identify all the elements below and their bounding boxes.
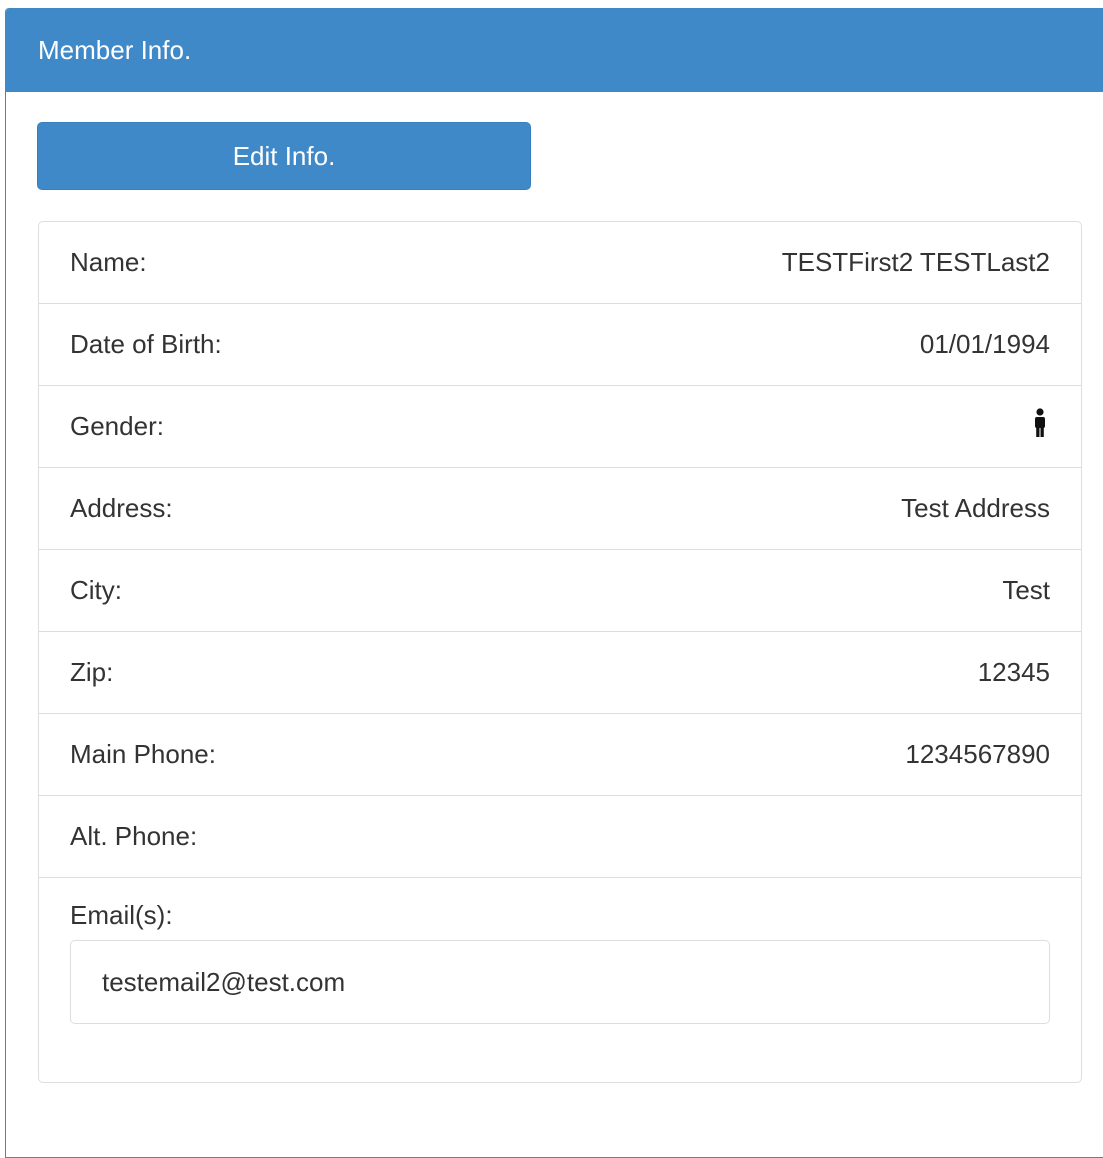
main-phone-value: 1234567890 <box>905 739 1050 769</box>
main-phone-label: Main Phone: <box>70 739 216 769</box>
list-item-gender: Gender: <box>39 386 1081 468</box>
list-item-main-phone: Main Phone: 1234567890 <box>39 714 1081 796</box>
zip-label: Zip: <box>70 657 114 687</box>
member-info-panel: Member Info. Edit Info. Name: TESTFirst2… <box>5 8 1103 1158</box>
list-item-zip: Zip: 12345 <box>39 632 1081 714</box>
address-label: Address: <box>70 493 173 523</box>
city-value: Test <box>1002 575 1050 605</box>
dob-label: Date of Birth: <box>70 329 222 359</box>
emails-label: Email(s): <box>70 900 173 930</box>
city-label: City: <box>70 575 122 605</box>
list-item-alt-phone: Alt. Phone: <box>39 796 1081 878</box>
gender-label: Gender: <box>70 411 164 441</box>
address-value: Test Address <box>901 493 1050 523</box>
name-value: TESTFirst2 TESTLast2 <box>781 247 1050 277</box>
list-item-address: Address: Test Address <box>39 468 1081 550</box>
panel-title: Member Info. <box>6 9 1103 92</box>
name-label: Name: <box>70 247 147 277</box>
member-details-list: Name: TESTFirst2 TESTLast2 Date of Birth… <box>38 221 1082 1083</box>
male-icon <box>1030 407 1050 438</box>
alt-phone-label: Alt. Phone: <box>70 821 198 851</box>
list-item-name: Name: TESTFirst2 TESTLast2 <box>39 222 1081 304</box>
list-item-dob: Date of Birth: 01/01/1994 <box>39 304 1081 386</box>
email-entry: testemail2@test.com <box>102 967 346 997</box>
list-item-city: City: Test <box>39 550 1081 632</box>
list-item-emails: Email(s): testemail2@test.com <box>39 878 1081 1024</box>
email-list-box: testemail2@test.com <box>70 940 1050 1024</box>
zip-value: 12345 <box>977 657 1050 687</box>
edit-info-button[interactable]: Edit Info. <box>37 122 531 190</box>
dob-value: 01/01/1994 <box>919 329 1050 359</box>
